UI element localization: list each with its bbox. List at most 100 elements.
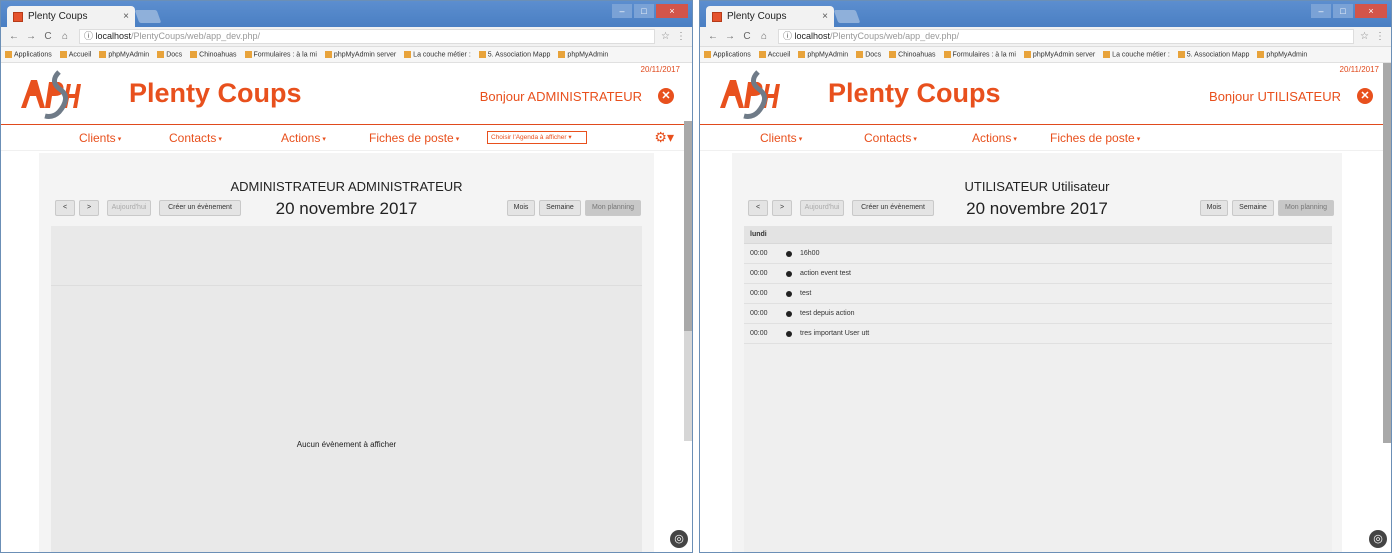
event-row[interactable]: 00:00 test depuis action [744, 304, 1332, 324]
new-tab-button[interactable] [833, 10, 861, 23]
menu-icon[interactable]: ⋮ [676, 31, 686, 42]
browser-tab[interactable]: Plenty Coups × [706, 6, 834, 27]
new-tab-button[interactable] [134, 10, 162, 23]
event-row[interactable]: 00:00 action event test [744, 264, 1332, 284]
gear-icon[interactable]: ⚙▾ [654, 129, 674, 146]
bookmark-item[interactable]: Formulaires : à la mi [943, 50, 1016, 58]
menu-icon[interactable]: ⋮ [1375, 31, 1385, 42]
aphs-logo[interactable] [15, 68, 85, 120]
home-icon[interactable]: ⌂ [757, 31, 771, 42]
bookmark-icon [99, 50, 107, 58]
star-icon[interactable]: ☆ [661, 31, 670, 42]
tab-close-icon[interactable]: × [822, 11, 828, 22]
favicon-icon [712, 11, 722, 22]
list-day-header: lundi [744, 226, 1332, 244]
bookmark-icon [943, 50, 951, 58]
create-event-button[interactable]: Créer un évènement [852, 200, 934, 216]
url-input[interactable]: ⓘ localhost/PlentyCoups/web/app_dev.php/ [79, 29, 656, 44]
back-icon[interactable]: ← [706, 31, 720, 42]
folder-icon [157, 50, 165, 58]
debug-toolbar-icon[interactable]: ◎ [670, 530, 688, 548]
today-button[interactable]: Aujourd'hui [107, 200, 151, 216]
apps-icon [5, 50, 12, 58]
agenda-select[interactable]: Choisir l'Agenda à afficher ▾ [487, 131, 587, 144]
bookmark-item[interactable]: La couche métier : [1103, 50, 1170, 58]
bookmark-item[interactable]: Docs [157, 50, 182, 58]
bookmark-item[interactable]: Accueil [59, 50, 91, 58]
bookmark-item[interactable]: 5. Association Mapp [478, 50, 550, 58]
calendar-panel: UTILISATEUR Utilisateur 20 novembre 2017… [732, 153, 1342, 552]
bookmark-icon [244, 50, 252, 58]
url-input[interactable]: ⓘ localhost/PlentyCoups/web/app_dev.php/ [778, 29, 1355, 44]
planning-view-button[interactable]: Mon planning [1278, 200, 1334, 216]
calendar-user-name: UTILISATEUR Utilisateur [964, 179, 1110, 194]
bookmark-item[interactable]: Chinoahuas [190, 50, 237, 58]
next-button[interactable]: > [772, 200, 792, 216]
bookmark-item[interactable]: phpMyAdmin [558, 50, 608, 58]
maximize-button[interactable]: □ [1333, 4, 1353, 18]
menu-clients[interactable]: Clients ▾ [760, 131, 802, 145]
menu-fiches-de-poste[interactable]: Fiches de poste ▾ [369, 131, 459, 145]
home-icon[interactable]: ⌂ [58, 31, 72, 42]
week-view-button[interactable]: Semaine [1232, 200, 1274, 216]
minimize-button[interactable]: – [612, 4, 632, 18]
back-icon[interactable]: ← [7, 31, 21, 42]
menu-clients[interactable]: Clients ▾ [79, 131, 121, 145]
bookmark-icon [558, 50, 566, 58]
month-view-button[interactable]: Mois [1200, 200, 1228, 216]
week-view-button[interactable]: Semaine [539, 200, 581, 216]
menu-actions[interactable]: Actions ▾ [972, 131, 1017, 145]
logout-icon[interactable]: ✕ [1357, 88, 1373, 104]
planning-view-button[interactable]: Mon planning [585, 200, 641, 216]
menu-contacts[interactable]: Contacts ▾ [169, 131, 222, 145]
menu-contacts[interactable]: Contacts ▾ [864, 131, 917, 145]
brand-title[interactable]: Plenty Coups [129, 78, 302, 109]
maximize-button[interactable]: □ [634, 4, 654, 18]
reload-icon[interactable]: C [740, 31, 754, 42]
bookmark-item[interactable]: Applications [704, 50, 751, 58]
bookmark-item[interactable]: phpMyAdmin server [324, 50, 396, 58]
bookmark-item[interactable]: Formulaires : à la mi [244, 50, 317, 58]
today-button[interactable]: Aujourd'hui [800, 200, 844, 216]
logout-icon[interactable]: ✕ [658, 88, 674, 104]
allday-row [51, 226, 642, 286]
browser-tab[interactable]: Plenty Coups × [7, 6, 135, 27]
bookmark-item[interactable]: Chinoahuas [889, 50, 936, 58]
prev-button[interactable]: < [55, 200, 75, 216]
create-event-button[interactable]: Créer un évènement [159, 200, 241, 216]
event-row[interactable]: 00:00 16h00 [744, 244, 1332, 264]
bookmark-item[interactable]: phpMyAdmin [1257, 50, 1307, 58]
reload-icon[interactable]: C [41, 31, 55, 42]
menu-actions[interactable]: Actions ▾ [281, 131, 326, 145]
page-icon [190, 50, 198, 58]
brand-title[interactable]: Plenty Coups [828, 78, 1001, 109]
bookmark-item[interactable]: phpMyAdmin server [1023, 50, 1095, 58]
month-view-button[interactable]: Mois [507, 200, 535, 216]
calendar-user-name: ADMINISTRATEUR ADMINISTRATEUR [230, 179, 463, 194]
minimize-button[interactable]: – [1311, 4, 1331, 18]
prev-button[interactable]: < [748, 200, 768, 216]
scrollbar-thumb[interactable] [1383, 63, 1391, 443]
event-row[interactable]: 00:00 tres important User utt [744, 324, 1332, 344]
bookmark-item[interactable]: Accueil [758, 50, 790, 58]
close-window-button[interactable]: × [656, 4, 688, 18]
menu-fiches-de-poste[interactable]: Fiches de poste ▾ [1050, 131, 1140, 145]
star-icon[interactable]: ☆ [1360, 31, 1369, 42]
bookmark-item[interactable]: La couche métier : [404, 50, 471, 58]
tab-close-icon[interactable]: × [123, 11, 129, 22]
bookmark-item[interactable]: Applications [5, 50, 52, 58]
forward-icon[interactable]: → [24, 31, 38, 42]
bookmark-icon [324, 50, 332, 58]
scrollbar-thumb[interactable] [684, 121, 692, 331]
site-page: 20/11/2017 Plenty Coups Bonjour UTILISAT… [700, 63, 1391, 151]
event-row[interactable]: 00:00 test [744, 284, 1332, 304]
bookmark-item[interactable]: Docs [856, 50, 881, 58]
bookmark-item[interactable]: phpMyAdmin [798, 50, 848, 58]
debug-toolbar-icon[interactable]: ◎ [1369, 530, 1387, 548]
bookmark-item[interactable]: phpMyAdmin [99, 50, 149, 58]
forward-icon[interactable]: → [723, 31, 737, 42]
next-button[interactable]: > [79, 200, 99, 216]
close-window-button[interactable]: × [1355, 4, 1387, 18]
aphs-logo[interactable] [714, 68, 784, 120]
bookmark-item[interactable]: 5. Association Mapp [1177, 50, 1249, 58]
